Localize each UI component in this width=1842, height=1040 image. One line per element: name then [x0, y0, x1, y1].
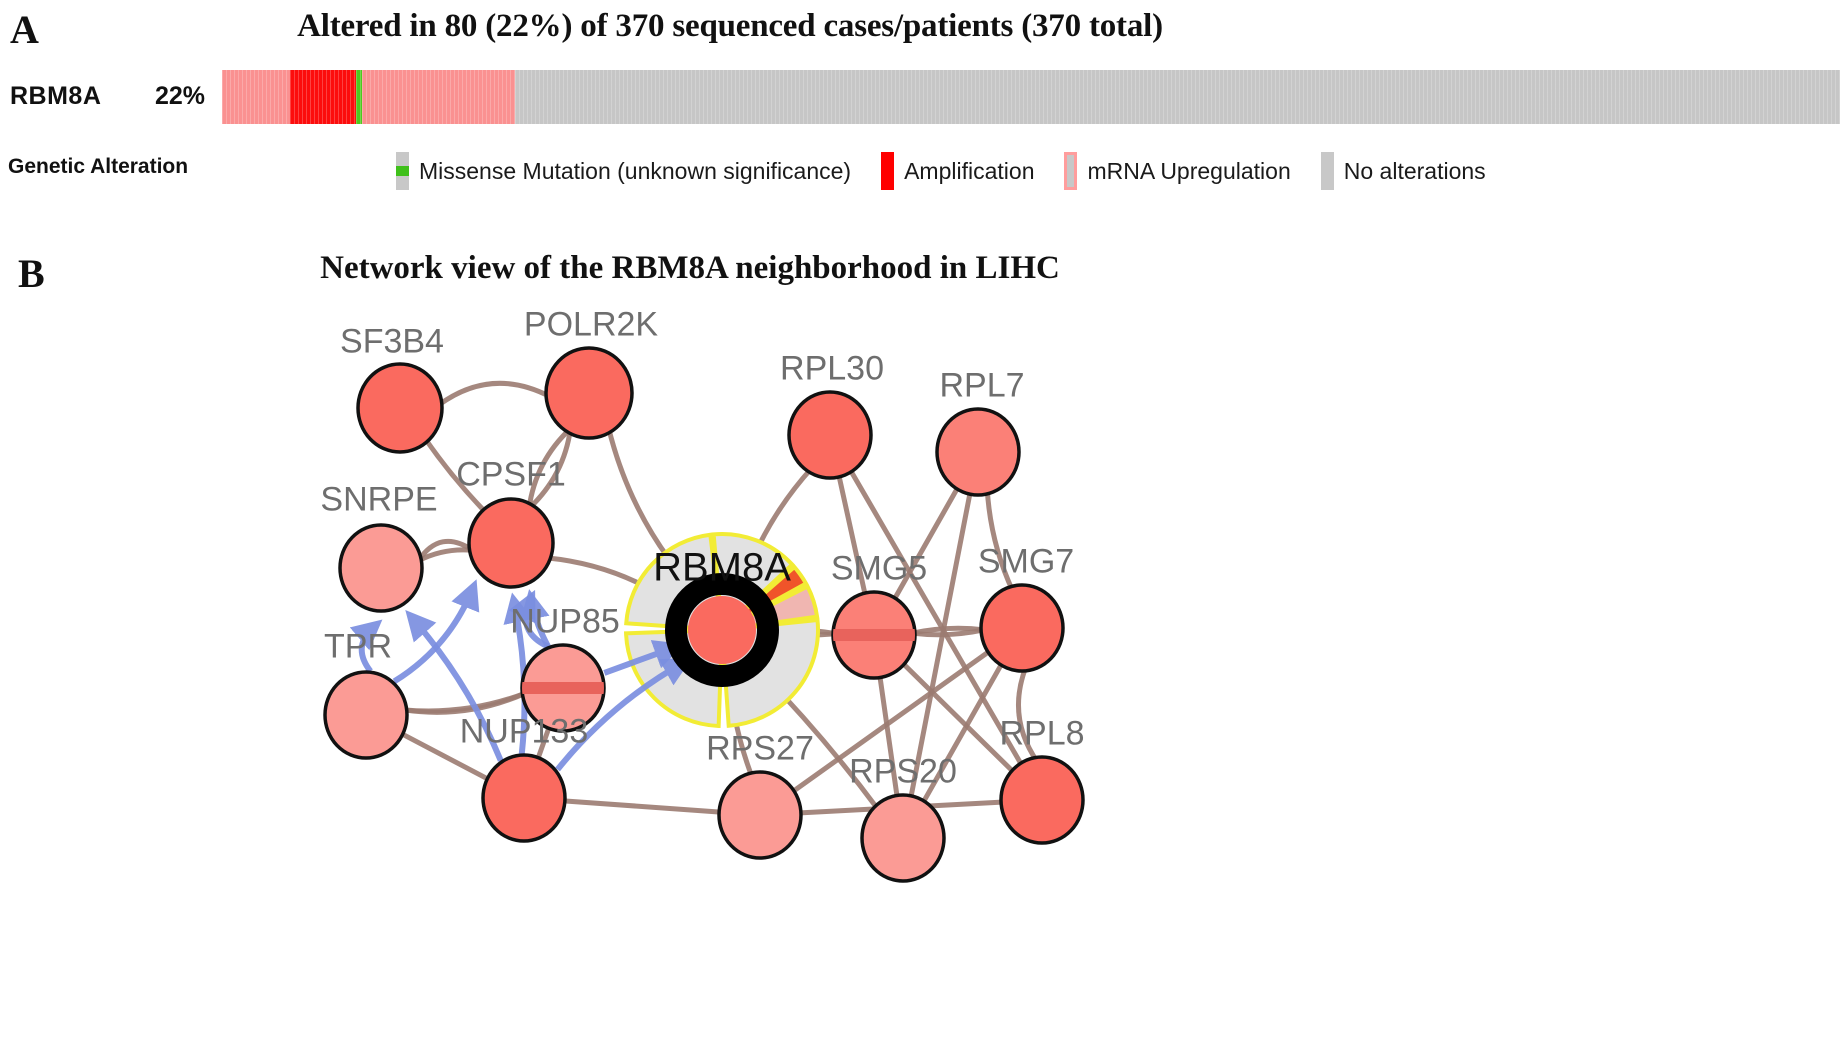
oncoprint-segment-amplification: [290, 70, 356, 124]
legend-label-mrna-upregulation: mRNA Upregulation: [1087, 157, 1291, 184]
node-label-RPL7: RPL7: [939, 366, 1025, 405]
node-label-TPR: TPR: [324, 627, 392, 666]
node-SNRPE[interactable]: [338, 523, 424, 613]
node-POLR2K[interactable]: [544, 346, 634, 440]
node-TPR[interactable]: [323, 670, 409, 760]
legend-swatch-mrna-upregulation: [1064, 152, 1078, 190]
node-NUP133[interactable]: [481, 753, 567, 843]
node-band-NUP85: [522, 682, 604, 694]
node-SF3B4[interactable]: [356, 362, 444, 454]
node-RPS27[interactable]: [717, 770, 803, 860]
network-graph[interactable]: SF3B4 POLR2K RPL30 RPL7 CPSF1 SNRPE SMG5 SMG7 TP…: [0, 300, 1842, 1040]
gene-name-label: RBM8A: [10, 82, 102, 110]
node-RPL7[interactable]: [935, 407, 1021, 497]
legend-swatch-amplification: [881, 152, 895, 190]
legend-label-no-alterations: No alterations: [1343, 157, 1486, 184]
oncoprint-segment-mrna-up-left: [222, 70, 290, 124]
node-label-NUP85: NUP85: [510, 602, 620, 641]
rbm8a-node-core[interactable]: [688, 596, 756, 664]
legend-label-amplification: Amplification: [904, 157, 1035, 184]
edge-NUP85-TPR: [401, 690, 528, 715]
node-label-NUP133: NUP133: [459, 712, 589, 751]
node-label-POLR2K: POLR2K: [523, 305, 659, 344]
node-RPL30[interactable]: [787, 390, 873, 480]
oncoprint-legend: Missense Mutation (unknown significance)…: [396, 148, 1516, 194]
node-label-RPS27: RPS27: [706, 729, 814, 768]
node-RBM8A[interactable]: [665, 573, 779, 687]
edge-SF3B4-POLR2K: [436, 380, 552, 408]
legend-item-missense-mutation[interactable]: Missense Mutation (unknown significance): [396, 152, 851, 190]
edge-RPS27-NUP133: [559, 798, 725, 815]
node-label-SMG7: SMG7: [977, 542, 1075, 581]
node-CPSF1[interactable]: [467, 497, 555, 589]
node-label-CPSF1: CPSF1: [456, 455, 566, 494]
legend-label-missense-mutation: Missense Mutation (unknown significance): [419, 157, 852, 184]
node-label-SF3B4: SF3B4: [340, 322, 444, 361]
oncoprint-title: Altered in 80 (22%) of 370 sequenced cas…: [297, 8, 1163, 44]
legend-swatch-missense-mutation: [396, 152, 409, 190]
node-label-RPL8: RPL8: [999, 714, 1085, 753]
legend-swatch-no-alterations: [1320, 152, 1334, 190]
node-band-SMG5: [833, 629, 915, 641]
node-label-RPL30: RPL30: [780, 349, 884, 388]
oncoprint-segment-mrna-up-right: [362, 70, 515, 124]
node-label-RPS20: RPS20: [849, 752, 957, 791]
node-label-SNRPE: SNRPE: [320, 480, 438, 519]
legend-item-amplification[interactable]: Amplification: [881, 152, 1034, 190]
genetic-alteration-legend-label: Genetic Alteration: [8, 155, 189, 178]
oncoprint-track[interactable]: [222, 70, 1840, 124]
oncoprint-segment-no-alterations: [515, 70, 1840, 124]
node-RPL8[interactable]: [999, 755, 1085, 845]
gene-alteration-percent: 22%: [155, 82, 206, 110]
node-RPS20[interactable]: [860, 793, 946, 883]
node-label-SMG5: SMG5: [830, 549, 928, 588]
legend-swatch-band-missense-mutation: [396, 166, 409, 176]
network-svg: [323, 346, 1085, 883]
network-title: Network view of the RBM8A neighborhood i…: [320, 250, 1060, 286]
node-label-RBM8A: RBM8A: [653, 545, 791, 590]
node-SMG7[interactable]: [979, 583, 1065, 673]
legend-item-mrna-upregulation[interactable]: mRNA Upregulation: [1064, 152, 1291, 190]
legend-item-no-alterations[interactable]: No alterations: [1320, 152, 1486, 190]
